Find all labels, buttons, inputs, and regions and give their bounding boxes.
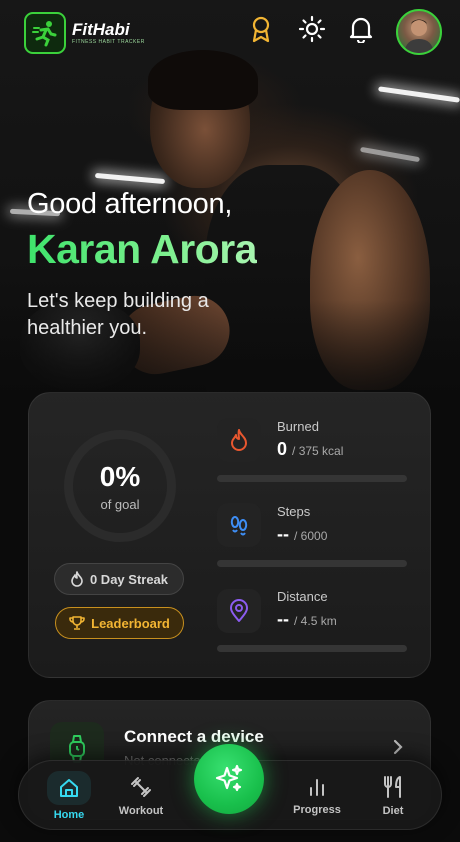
burned-label: Burned — [277, 419, 319, 434]
award-icon[interactable] — [246, 14, 276, 44]
leaderboard-button[interactable]: Leaderboard — [55, 607, 184, 639]
app-logo[interactable]: FitHabi FITNESS HABIT TRACKER — [24, 12, 145, 54]
nav-item-progress[interactable]: Progress — [289, 761, 345, 831]
nav-item-home[interactable]: Home — [47, 761, 91, 831]
dumbbell-icon — [131, 777, 151, 797]
leaderboard-label: Leaderboard — [91, 615, 170, 631]
streak-label: 0 Day Streak — [89, 571, 169, 587]
sun-icon[interactable] — [297, 14, 327, 44]
trophy-icon — [69, 616, 85, 630]
nav-label-progress: Progress — [293, 804, 341, 816]
flame-outline-icon — [71, 571, 83, 587]
goal-caption: of goal — [100, 496, 140, 512]
map-pin-icon — [217, 589, 261, 633]
chevron-right-icon — [391, 737, 405, 762]
greeting-subtitle: Let's keep building a healthier you. — [27, 290, 209, 339]
goal-percent: 0% — [99, 460, 141, 492]
bar-chart-icon — [310, 779, 324, 796]
nav-label-workout: Workout — [118, 805, 164, 817]
greeting-text: Good afternoon, — [27, 188, 233, 220]
burned-value: 0 / 375 kcal — [277, 439, 344, 459]
distance-label: Distance — [277, 589, 328, 604]
device-title: Connect a device — [124, 727, 264, 746]
ai-assistant-button[interactable] — [194, 744, 264, 814]
nav-label-diet: Diet — [382, 805, 404, 817]
steps-progress-bar — [217, 560, 407, 567]
logo-tagline: FITNESS HABIT TRACKER — [72, 39, 145, 45]
logo-title: FitHabi — [72, 20, 130, 39]
distance-value: -- / 4.5 km — [277, 609, 337, 629]
flame-icon — [217, 418, 261, 462]
home-icon — [60, 779, 78, 797]
footprints-icon — [217, 503, 261, 547]
logo-runner-icon — [24, 12, 66, 54]
daily-stats-card: 0% of goal 0 Day Streak Leaderboard Burn… — [28, 392, 431, 678]
bell-icon[interactable] — [346, 14, 376, 44]
user-name: Karan Arora — [27, 226, 257, 272]
top-bar: FitHabi FITNESS HABIT TRACKER — [0, 0, 460, 68]
nav-item-diet[interactable]: Diet — [373, 761, 413, 831]
distance-progress-bar — [217, 645, 407, 652]
utensils-icon — [384, 776, 401, 798]
burned-progress-bar — [217, 475, 407, 482]
goal-progress-ring: 0% of goal — [64, 430, 176, 542]
nav-item-workout[interactable]: Workout — [115, 761, 167, 831]
avatar[interactable] — [396, 9, 442, 55]
steps-label: Steps — [277, 504, 311, 519]
nav-label-home: Home — [53, 809, 85, 821]
sparkles-icon — [215, 764, 243, 792]
steps-value: -- / 6000 — [277, 524, 328, 544]
streak-badge[interactable]: 0 Day Streak — [54, 563, 184, 595]
